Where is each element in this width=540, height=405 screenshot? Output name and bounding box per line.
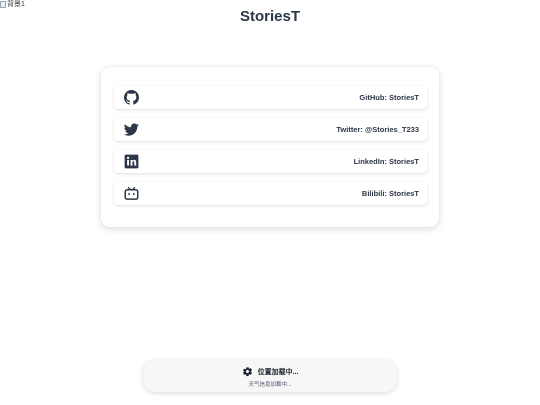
social-list: GitHub: StoriesT Twitter: @Stories_T233 … xyxy=(114,86,427,214)
social-item-twitter[interactable]: Twitter: @Stories_T233 xyxy=(114,118,427,141)
bilibili-icon xyxy=(123,186,139,202)
social-item-label: GitHub: StoriesT xyxy=(359,93,419,102)
twitter-icon xyxy=(123,122,139,138)
social-item-label: Bilibili: StoriesT xyxy=(361,189,419,198)
social-card: GitHub: StoriesT Twitter: @Stories_T233 … xyxy=(101,67,439,227)
social-item-label: Twitter: @Stories_T233 xyxy=(336,125,419,134)
page-title: StoriesT xyxy=(239,8,300,25)
social-item-bilibili[interactable]: Bilibili: StoriesT xyxy=(114,182,427,205)
gear-icon xyxy=(242,366,253,377)
github-icon xyxy=(123,90,139,106)
linkedin-icon xyxy=(123,154,139,170)
page: 背景1 StoriesT GitHub: StoriesT Twitter: @… xyxy=(0,0,540,405)
social-item-github[interactable]: GitHub: StoriesT xyxy=(114,86,427,109)
location-status: 位置加载中... xyxy=(143,366,397,377)
location-text: 位置加载中... xyxy=(257,368,299,376)
social-item-label: LinkedIn: StoriesT xyxy=(353,157,419,166)
location-weather-status: 位置加载中... 天气信息加载中... xyxy=(143,360,397,392)
weather-text: 天气信息加载中... xyxy=(248,382,292,388)
social-item-linkedin[interactable]: LinkedIn: StoriesT xyxy=(114,150,427,173)
